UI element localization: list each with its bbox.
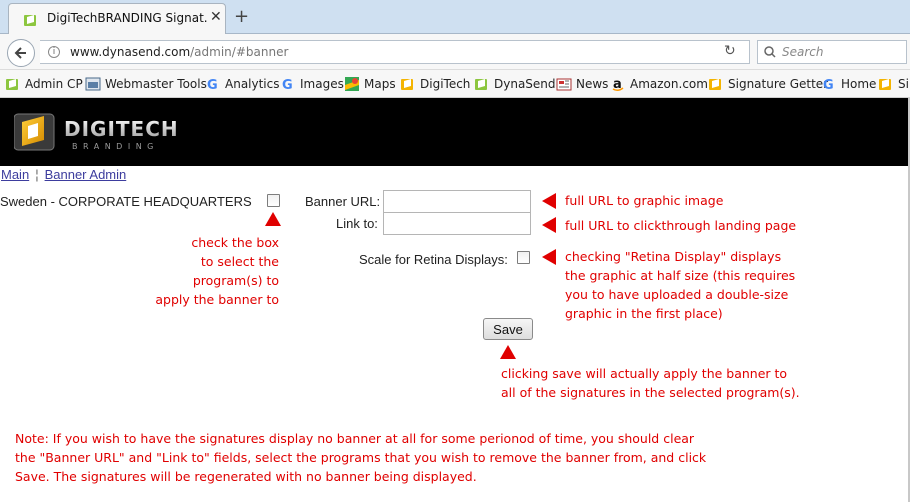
maps-icon [344,76,360,92]
checkbox-note-line: apply the banner to [155,292,279,307]
checkbox-note-line: to select the [200,254,279,269]
bookmark-label: Home [841,77,877,91]
url-path: /admin/#banner [190,45,289,59]
banner-url-field[interactable] [383,190,531,213]
save-annotation: clicking save will actually apply the ba… [501,364,800,402]
banner-url-annotation: full URL to graphic image [565,193,724,208]
bookmark-label: News [576,77,609,91]
svg-text:G: G [207,78,218,92]
link-to-arrow-icon [542,217,556,233]
back-button[interactable] [7,39,35,67]
browser-tab[interactable]: DigiTechBRANDING Signat... ✕ [8,3,226,34]
amazon-icon: a [610,76,626,92]
retina-arrow-icon [542,249,556,265]
bookmark-digitech[interactable]: DigiTech [400,76,470,92]
save-arrow-icon [500,345,516,359]
search-input[interactable]: Search [757,40,907,64]
retina-note-line: the graphic at half size (this requires [565,268,796,283]
tab-title: DigiTechBRANDING Signat... [47,11,207,25]
bookmark-webmaster-tools[interactable]: Webmaster Tools [85,76,207,92]
retina-annotation: checking "Retina Display" displays the g… [565,247,795,323]
google-icon: G [821,76,837,93]
digitech-icon [878,76,894,92]
digitech-logo[interactable]: DIGITECH BRANDING [13,110,199,154]
bookmark-maps[interactable]: Maps [344,76,396,92]
site-info-icon[interactable]: i [48,46,60,58]
footer-note-line: Note: If you wish to have the signatures… [15,431,695,446]
bookmark-admin-cp[interactable]: Admin CP [5,76,83,92]
bookmark-label: Webmaster Tools [105,77,207,91]
bookmark-label: Admin CP [25,77,83,91]
svg-text:G: G [282,78,293,92]
save-note-line: clicking save will actually apply the ba… [501,366,788,381]
google-icon: G [205,76,221,93]
bookmark-images[interactable]: G Images [280,76,344,93]
search-icon [764,46,776,61]
bookmark-news[interactable]: News [556,76,608,92]
bookmark-home[interactable]: G Home [821,76,877,93]
retina-note-line: graphic in the first place) [565,306,723,321]
checkbox-note-line: check the box [191,235,279,250]
logo-sub: BRANDING [72,142,159,151]
bookmark-label: Amazon.com [630,77,708,91]
banner-url-arrow-icon [542,193,556,209]
header-banner: DIGITECH BRANDING [0,98,910,166]
digitech-icon [474,76,490,92]
back-arrow-icon [14,47,26,59]
retina-checkbox[interactable] [517,251,530,264]
banner-url-label: Banner URL: [305,194,381,209]
footer-note-line: Save. The signatures will be regenerated… [15,469,477,484]
bookmark-si[interactable]: Si [878,76,909,92]
url-host: www.dynasend.com [70,45,191,59]
bookmark-dynasend[interactable]: DynaSend [474,76,556,92]
bookmark-amazon[interactable]: a Amazon.com [610,76,708,92]
breadcrumb-main-link[interactable]: Main [1,167,29,182]
bookmarks-bar: Admin CP Webmaster Tools G Analytics G Ima… [0,70,910,98]
bookmark-label: Si [898,77,909,91]
program-item: Sweden - CORPORATE HEADQUARTERS [0,194,252,209]
program-label: Sweden - CORPORATE HEADQUARTERS [0,194,252,209]
checkbox-annotation: check the box to select the program(s) t… [150,233,279,309]
svg-text:G: G [823,78,834,92]
checkbox-arrow-icon [265,212,281,226]
breadcrumb: Main ¦ Banner Admin [1,167,126,182]
bookmark-label: DynaSend [494,77,556,91]
bookmark-label: Analytics [225,77,280,91]
save-button[interactable]: Save [483,318,533,340]
link-to-field[interactable] [383,212,531,235]
checkbox-note-line: program(s) to [192,273,279,288]
program-checkbox[interactable] [267,194,280,207]
tab-strip: DigiTechBRANDING Signat... ✕ + [0,0,910,34]
bookmark-analytics[interactable]: G Analytics [205,76,280,93]
bookmark-label: DigiTech [420,77,471,91]
retina-note-line: you to have uploaded a double-size [565,287,789,302]
close-tab-icon[interactable]: ✕ [210,9,222,25]
google-icon: G [280,76,296,93]
digitech-icon [708,76,724,92]
digitech-icon [400,76,416,92]
reload-icon[interactable]: ↻ [724,43,736,59]
digitech-favicon-icon [23,12,39,31]
link-to-label: Link to: [336,216,378,231]
breadcrumb-separator: ¦ [35,167,39,182]
url-text: www.dynasend.com/admin/#banner [70,45,288,59]
bookmark-signature-getter[interactable]: Signature Getter [708,76,828,92]
retina-label: Scale for Retina Displays: [359,252,508,267]
breadcrumb-banner-admin-link[interactable]: Banner Admin [45,167,127,182]
new-tab-icon[interactable]: + [234,6,249,27]
bookmark-label: Maps [364,77,396,91]
retina-note-line: checking "Retina Display" displays [565,249,782,264]
bookmark-label: Signature Getter [728,77,829,91]
link-to-annotation: full URL to clickthrough landing page [565,218,797,233]
news-icon [556,76,572,92]
digitech-icon [5,76,21,92]
logo-word: DIGITECH [64,117,179,141]
footer-note-line: the "Banner URL" and "Link to" fields, s… [15,450,707,465]
bookmark-label: Images [300,77,344,91]
search-placeholder: Search [782,45,824,59]
address-bar[interactable]: i www.dynasend.com/admin/#banner [40,40,750,64]
webmaster-icon [85,76,101,92]
footer-annotation: Note: If you wish to have the signatures… [15,429,706,486]
save-note-line: all of the signatures in the selected pr… [501,385,800,400]
